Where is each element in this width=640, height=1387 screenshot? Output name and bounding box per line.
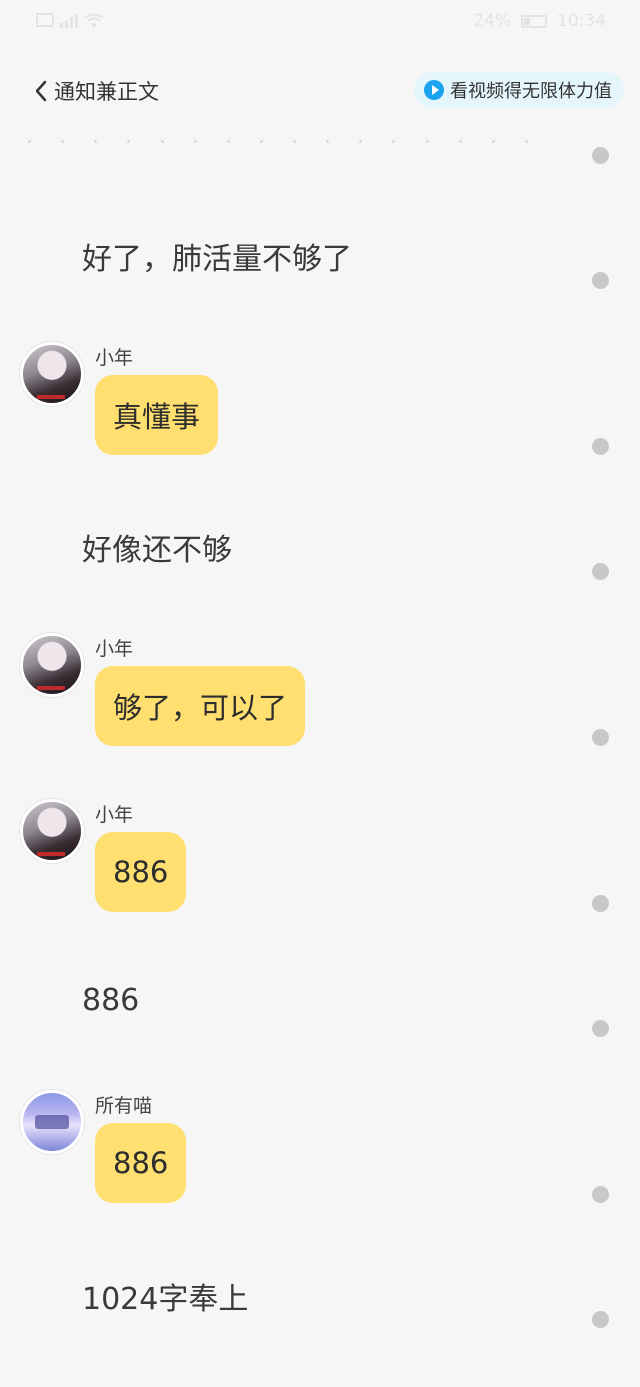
sender-name: 小年 (95, 347, 134, 369)
clock: 10:34 (557, 11, 606, 31)
dotted-divider (28, 140, 528, 146)
message-bubble[interactable]: 886 (95, 1123, 187, 1203)
battery-percent: 24% (473, 11, 511, 31)
narration-text: 886 (82, 983, 140, 1018)
narration-text: 1024字奉上 (82, 1282, 249, 1317)
message-menu-dot[interactable] (592, 1020, 609, 1037)
narration-text: 好了，肺活量不够了 (82, 242, 352, 277)
sender-name: 小年 (95, 638, 134, 660)
battery-icon (521, 14, 547, 28)
scene-avatar[interactable] (20, 1090, 84, 1154)
message-bubble[interactable]: 够了，可以了 (95, 666, 306, 746)
narration-text: 好像还不够 (82, 533, 232, 568)
girl-avatar[interactable] (20, 342, 84, 406)
wifi-icon (84, 13, 104, 27)
message-menu-dot[interactable] (592, 563, 609, 580)
back-button[interactable]: 通知兼正文 (34, 76, 159, 106)
message-menu-dot[interactable] (592, 729, 609, 746)
chevron-left-icon (35, 80, 47, 102)
watch-video-button[interactable]: 看视频得无限体力值 (414, 72, 624, 108)
notification-icon (36, 13, 54, 27)
play-icon (424, 80, 444, 100)
message-menu-dot[interactable] (592, 272, 609, 289)
message-bubble[interactable]: 真懂事 (95, 375, 219, 455)
message-menu-dot[interactable] (592, 438, 609, 455)
girl-avatar[interactable] (20, 799, 84, 863)
message-menu-dot[interactable] (592, 1186, 609, 1203)
top-bar: 通知兼正文 看视频得无限体力值 (0, 60, 640, 120)
signal-icon (60, 12, 78, 28)
message-menu-dot[interactable] (592, 895, 609, 912)
back-label: 通知兼正文 (54, 80, 159, 104)
sender-name: 小年 (95, 804, 134, 826)
status-left (36, 12, 104, 28)
message-bubble[interactable]: 886 (95, 832, 187, 912)
message-menu-dot[interactable] (592, 147, 609, 164)
watch-video-label: 看视频得无限体力值 (450, 81, 612, 102)
status-bar: 24% 10:34 (0, 0, 640, 44)
sender-name: 所有喵 (95, 1095, 153, 1117)
status-right: 24% 10:34 (473, 11, 606, 31)
girl-avatar[interactable] (20, 633, 84, 697)
message-menu-dot[interactable] (592, 1311, 609, 1328)
